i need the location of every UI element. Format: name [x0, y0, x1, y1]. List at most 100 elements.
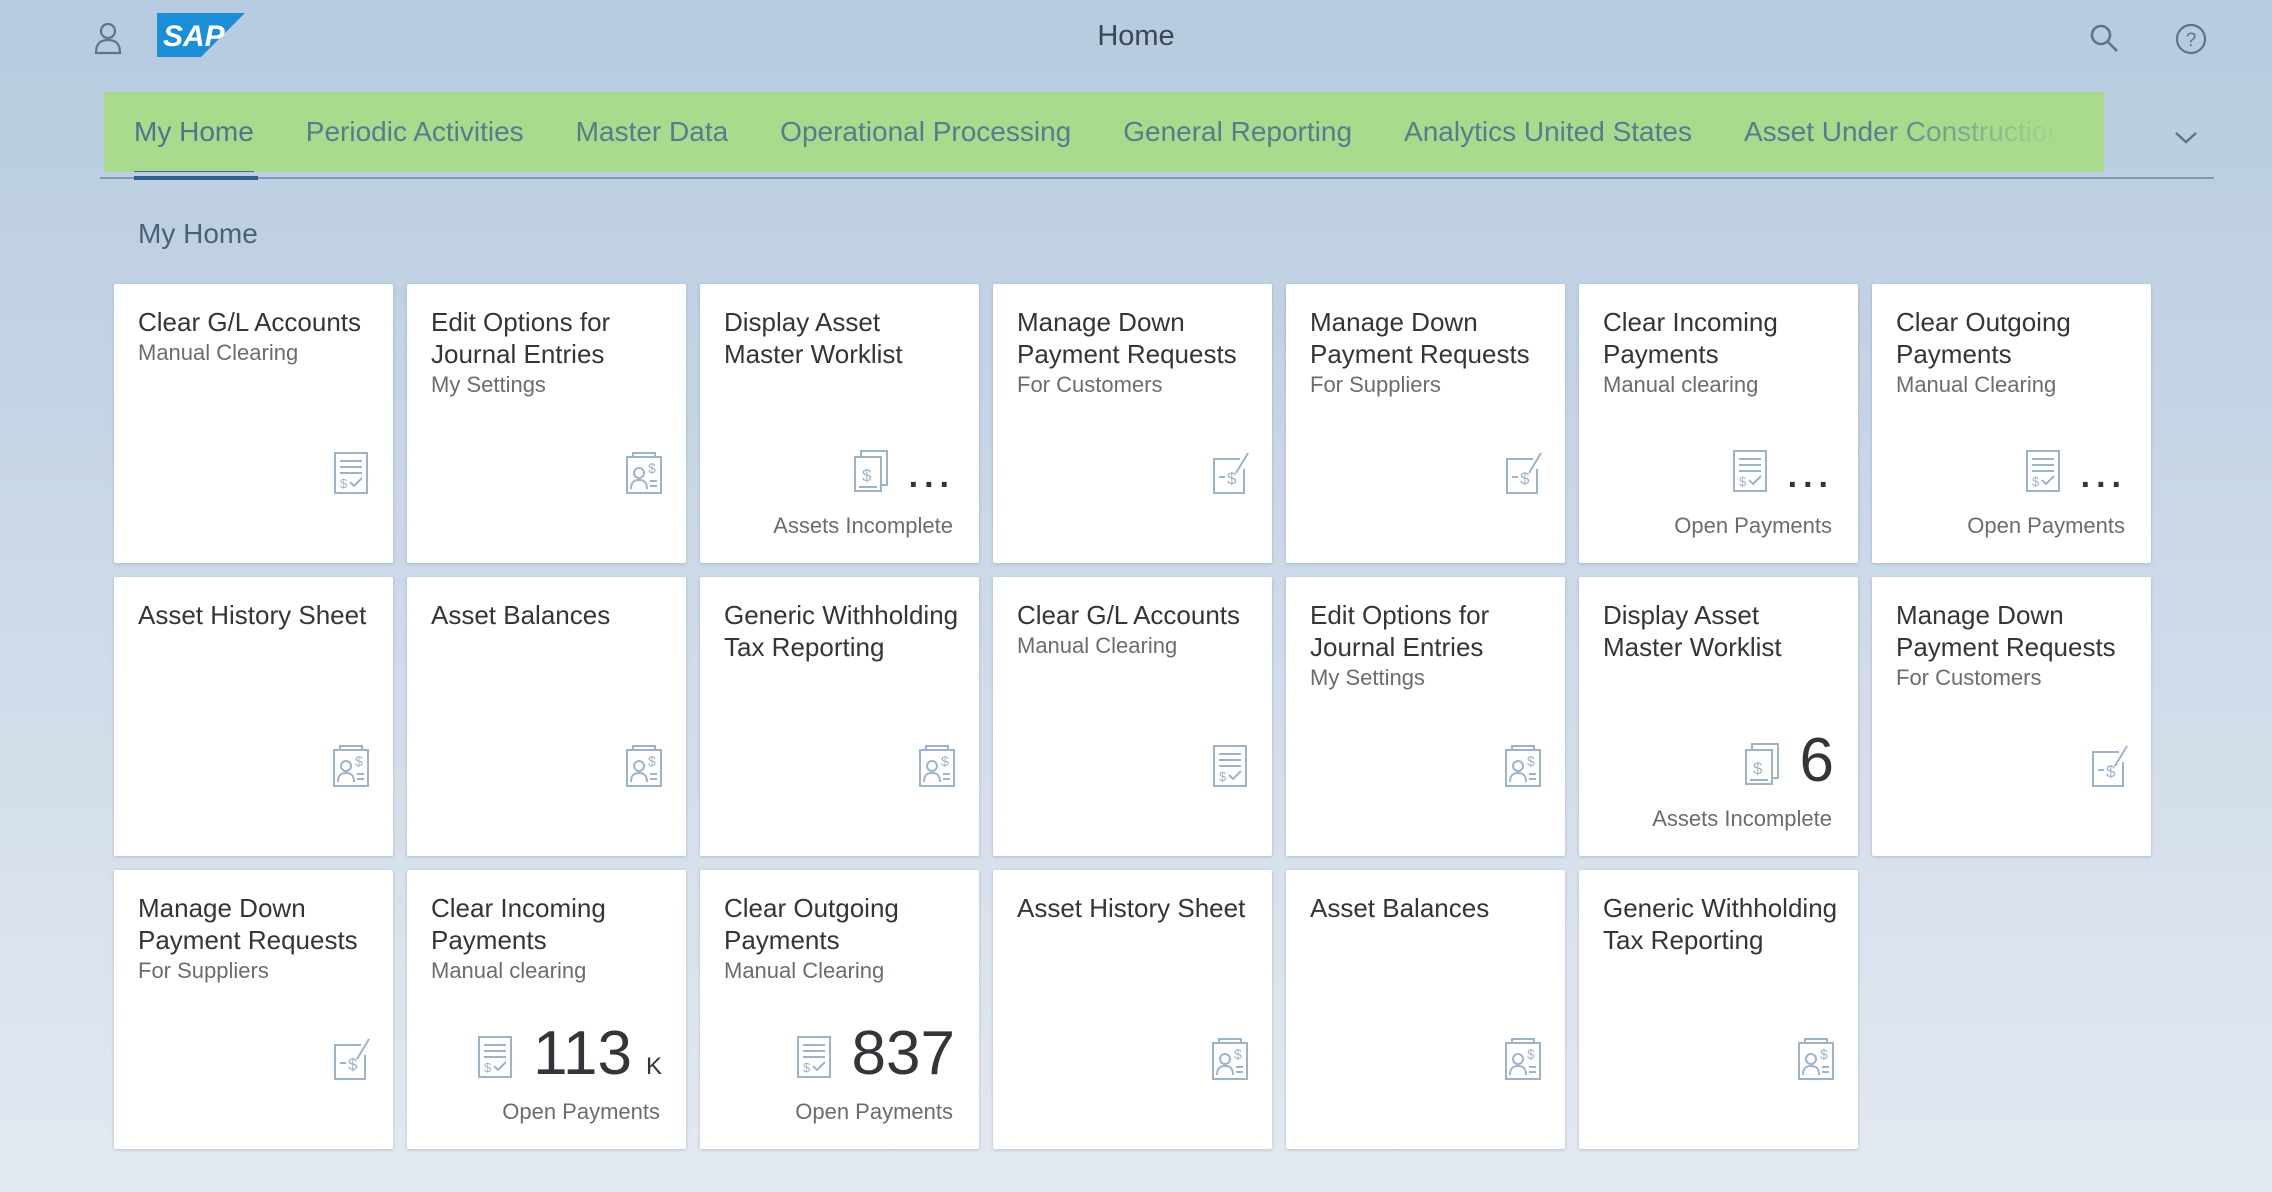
kpi-content: $ ... — [851, 449, 955, 499]
tile-edit-options-for-journal-entries[interactable]: Edit Options for Journal Entries My Setti… — [407, 284, 686, 563]
tile-clear-outgoing-payments[interactable]: Clear Outgoing Payments Manual Clearing $… — [700, 870, 979, 1149]
tile-title: Manage Down Payment Requests — [1017, 307, 1237, 369]
tile-asset-history-sheet[interactable]: Asset History Sheet $ — [993, 870, 1272, 1149]
person-dollar-icon: $ — [331, 744, 371, 788]
tile-subtitle: Manual Clearing — [1017, 633, 1178, 658]
tile-manage-down-payment-requests[interactable]: Manage Down Payment Requests For Customer… — [1872, 577, 2151, 856]
person-dollar-icon: $ — [1796, 1037, 1836, 1081]
tile-title: Asset Balances — [1310, 893, 1490, 923]
svg-text:SAP: SAP — [163, 20, 226, 53]
tab-asset-under-construction[interactable]: Asset Under Construction — [1744, 92, 2063, 172]
tile-manage-down-payment-requests[interactable]: Manage Down Payment Requests For Supplier… — [1286, 284, 1565, 563]
tab-general-reporting[interactable]: General Reporting — [1123, 92, 1352, 172]
tile-footer: Assets Incomplete — [1652, 806, 1832, 831]
svg-text:?: ? — [2186, 30, 2197, 51]
section-title: My Home — [138, 218, 258, 249]
tile-title: Clear G/L Accounts — [1017, 600, 1241, 630]
tile-display-asset-master-worklist[interactable]: Display Asset Master Worklist $ 6 Assets … — [1579, 577, 1858, 856]
tile-title: Edit Options for Journal Entries — [431, 307, 611, 369]
user-icon[interactable] — [88, 18, 128, 58]
tile-subtitle: My Settings — [1310, 665, 1425, 690]
tile-subtitle: For Customers — [1896, 665, 2042, 690]
person-dollar-icon: $ — [1210, 1037, 1250, 1081]
svg-text:$: $ — [340, 476, 348, 491]
tile-generic-withholding-tax-reporting[interactable]: Generic Withholding Tax Reporting $ — [1579, 870, 1858, 1149]
tile-grid: Clear G/L Accounts Manual Clearing $ Edit… — [114, 284, 2151, 1149]
sap-logo[interactable]: SAP — [157, 13, 245, 57]
svg-text:$: $ — [355, 753, 363, 769]
svg-text:$: $ — [1739, 474, 1747, 489]
tile-title: Clear Outgoing Payments — [1896, 307, 2071, 369]
kpi-value: ... — [2080, 457, 2127, 495]
tile-manage-down-payment-requests[interactable]: Manage Down Payment Requests For Supplier… — [114, 870, 393, 1149]
tile-title: Generic Withholding Tax Reporting — [724, 600, 959, 662]
svg-text:$: $ — [1219, 769, 1227, 784]
invoice-check-icon: $ — [2023, 449, 2063, 493]
kpi-value: 837 — [851, 1019, 955, 1088]
person-dollar-icon: $ — [624, 451, 664, 495]
dollar-edit-icon: $ — [1503, 451, 1543, 495]
tile-asset-balances[interactable]: Asset Balances $ — [1286, 870, 1565, 1149]
svg-text:$: $ — [648, 753, 656, 769]
chevron-down-icon[interactable] — [2164, 118, 2208, 158]
tile-clear-incoming-payments[interactable]: Clear Incoming Payments Manual clearing $… — [1579, 284, 1858, 563]
tile-title: Manage Down Payment Requests — [138, 893, 358, 955]
kpi-content: $ 837 — [794, 1023, 955, 1085]
kpi-value: ... — [1787, 457, 1834, 495]
tile-subtitle: Manual Clearing — [1896, 372, 2057, 397]
tile-title: Clear Outgoing Payments — [724, 893, 899, 955]
person-dollar-icon: $ — [1503, 1037, 1543, 1081]
svg-text:$: $ — [1753, 759, 1763, 778]
tab-bar-divider — [100, 177, 2214, 179]
tile-asset-history-sheet[interactable]: Asset History Sheet $ — [114, 577, 393, 856]
tile-clear-g-l-accounts[interactable]: Clear G/L Accounts Manual Clearing $ — [114, 284, 393, 563]
invoice-check-icon: $ — [794, 1035, 834, 1079]
active-tab-indicator — [134, 176, 258, 180]
tile-title: Clear Incoming Payments — [431, 893, 606, 955]
svg-text:$: $ — [484, 1060, 492, 1075]
tile-edit-options-for-journal-entries[interactable]: Edit Options for Journal Entries My Setti… — [1286, 577, 1565, 856]
dollar-edit-icon: $ — [2089, 744, 2129, 788]
tile-display-asset-master-worklist[interactable]: Display Asset Master Worklist $ ... Asset… — [700, 284, 979, 563]
tile-clear-incoming-payments[interactable]: Clear Incoming Payments Manual clearing $… — [407, 870, 686, 1149]
shell-bar: SAP Home ? — [0, 0, 2272, 76]
svg-text:$: $ — [348, 1055, 358, 1074]
kpi-content: $ ... — [1730, 449, 1834, 499]
kpi-value: 6 — [1799, 726, 1834, 795]
help-icon[interactable]: ? — [2170, 18, 2212, 60]
tab-operational-processing[interactable]: Operational Processing — [780, 92, 1071, 172]
dollar-edit-icon: $ — [331, 1037, 371, 1081]
tile-title: Display Asset Master Worklist — [724, 307, 903, 369]
invoice-check-icon: $ — [331, 451, 371, 495]
tile-subtitle: Manual Clearing — [724, 958, 885, 983]
tile-generic-withholding-tax-reporting[interactable]: Generic Withholding Tax Reporting $ — [700, 577, 979, 856]
tile-title: Asset Balances — [431, 600, 611, 630]
tile-clear-g-l-accounts[interactable]: Clear G/L Accounts Manual Clearing $ — [993, 577, 1272, 856]
tile-title: Edit Options for Journal Entries — [1310, 600, 1490, 662]
person-dollar-icon: $ — [917, 744, 957, 788]
svg-text:$: $ — [1820, 1046, 1828, 1062]
tile-asset-balances[interactable]: Asset Balances $ — [407, 577, 686, 856]
tile-subtitle: For Customers — [1017, 372, 1163, 397]
invoice-check-icon: $ — [475, 1035, 515, 1079]
tab-master-data[interactable]: Master Data — [576, 92, 729, 172]
tile-footer: Open Payments — [1967, 513, 2125, 538]
tile-clear-outgoing-payments[interactable]: Clear Outgoing Payments Manual Clearing $… — [1872, 284, 2151, 563]
svg-text:$: $ — [1527, 753, 1535, 769]
tile-title: Generic Withholding Tax Reporting — [1603, 893, 1838, 955]
svg-text:$: $ — [2106, 762, 2116, 781]
tab-analytics-united-states[interactable]: Analytics United States — [1404, 92, 1692, 172]
tab-periodic-activities[interactable]: Periodic Activities — [306, 92, 524, 172]
svg-text:$: $ — [1234, 1046, 1242, 1062]
dollar-document-icon: $ — [1742, 742, 1782, 786]
tile-title: Asset History Sheet — [138, 600, 367, 630]
dollar-edit-icon: $ — [1210, 451, 1250, 495]
tile-manage-down-payment-requests[interactable]: Manage Down Payment Requests For Customer… — [993, 284, 1272, 563]
search-icon[interactable] — [2084, 18, 2124, 58]
tab-my-home[interactable]: My Home — [134, 92, 254, 172]
tile-subtitle: For Suppliers — [1310, 372, 1441, 397]
svg-text:$: $ — [1520, 469, 1530, 488]
tile-footer: Open Payments — [795, 1099, 953, 1124]
tile-title: Manage Down Payment Requests — [1310, 307, 1530, 369]
tile-subtitle: For Suppliers — [138, 958, 269, 983]
